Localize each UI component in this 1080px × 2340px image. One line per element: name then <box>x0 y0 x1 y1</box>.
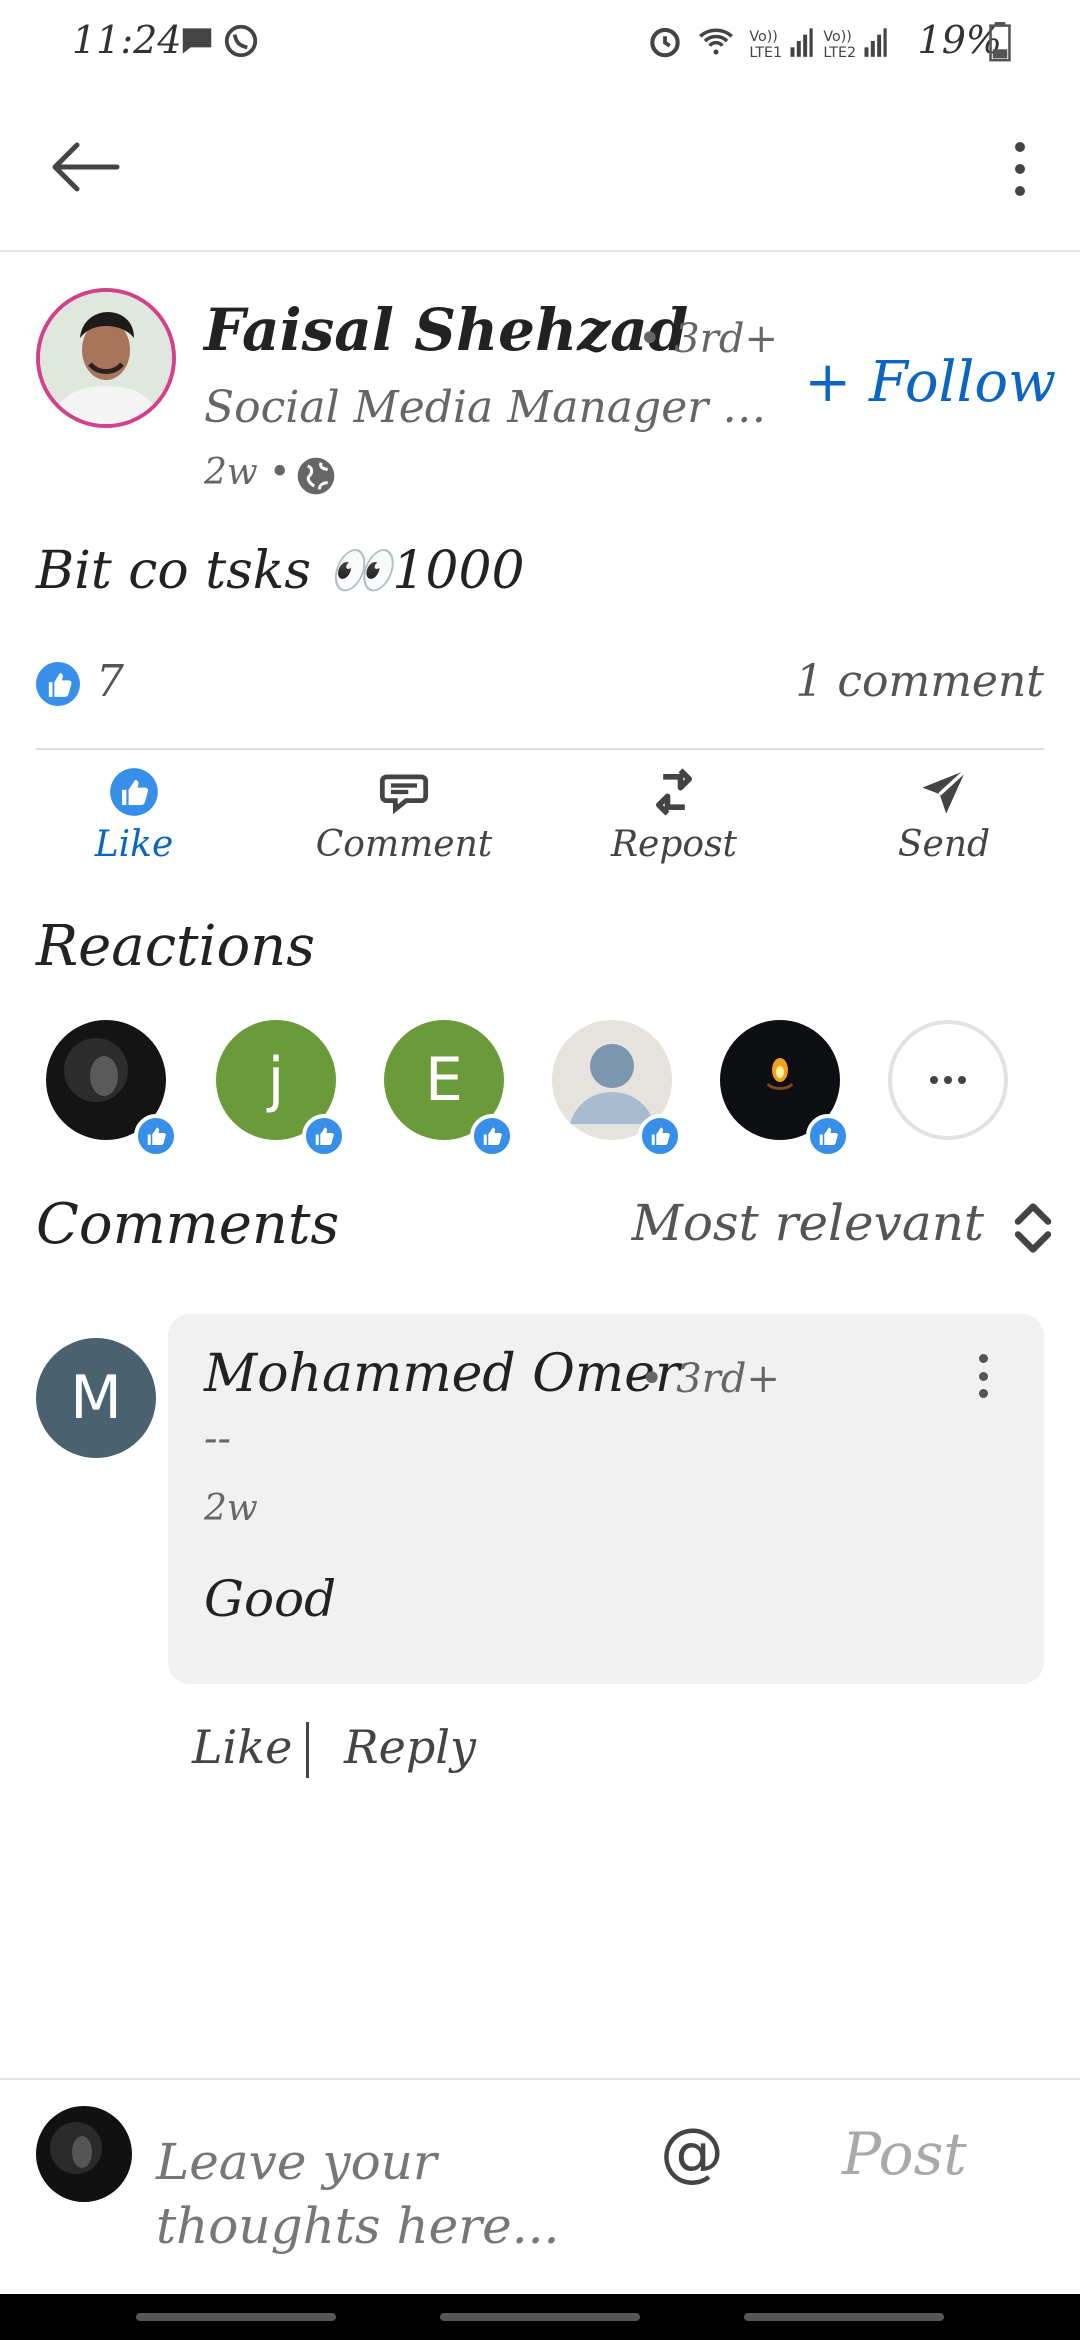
commenter-avatar[interactable]: M <box>36 1338 156 1458</box>
nav-pill[interactable] <box>136 2313 336 2321</box>
svg-text:LTE1: LTE1 <box>749 45 782 60</box>
follow-button[interactable]: + Follow <box>804 350 1056 415</box>
separator <box>306 1722 309 1778</box>
more-reactions-button[interactable] <box>888 1020 1008 1140</box>
chat-bubble-icon <box>182 28 212 54</box>
like-badge-icon <box>806 1114 850 1158</box>
commenter-name[interactable]: Mohammed Omer <box>204 1344 680 1404</box>
send-icon <box>922 769 967 814</box>
commenter-headline: -- <box>204 1416 232 1462</box>
comment-text: Good <box>204 1570 337 1628</box>
whatsapp-icon <box>224 24 258 58</box>
back-button[interactable] <box>40 130 130 204</box>
like-badge-icon <box>470 1114 514 1158</box>
repost-label: Repost <box>610 824 738 865</box>
comment-reply-button[interactable]: Reply <box>344 1720 476 1774</box>
like-action-button[interactable]: Like <box>34 766 234 865</box>
more-vertical-icon[interactable] <box>990 124 1050 214</box>
system-nav-bar <box>0 2294 1080 2340</box>
like-reaction-icon[interactable] <box>36 662 80 706</box>
like-badge-icon <box>302 1114 346 1158</box>
svg-text:LTE2: LTE2 <box>823 45 856 60</box>
author-photo <box>40 292 172 424</box>
like-badge-icon <box>134 1114 178 1158</box>
comments-heading: Comments <box>36 1192 340 1257</box>
comment-label: Comment <box>315 824 493 865</box>
wifi-icon <box>699 28 733 55</box>
comment-action-button[interactable]: Comment <box>304 766 504 865</box>
send-action-button[interactable]: Send <box>844 766 1044 865</box>
mention-button[interactable]: @ <box>660 2116 724 2190</box>
reactions-heading: Reactions <box>36 914 315 979</box>
sort-dropdown[interactable]: Most relevant <box>632 1194 984 1252</box>
status-time: 11:24 <box>72 18 182 62</box>
signal-lte1-icon: Vo))LTE1 <box>749 28 813 60</box>
sort-chevrons-icon[interactable] <box>1008 1198 1058 1258</box>
arrow-left-icon <box>52 142 120 192</box>
comment-input[interactable]: Leave your thoughts here... <box>156 2130 596 2258</box>
post-age: 2w • <box>204 452 291 493</box>
author-headline: Social Media Manager at ... <box>204 382 784 433</box>
commenter-degree: • 3rd+ <box>640 1356 780 1402</box>
comment-count[interactable]: 1 comment <box>795 656 1044 707</box>
my-avatar <box>36 2106 132 2202</box>
comment-like-button[interactable]: Like <box>192 1720 292 1774</box>
battery-icon <box>989 22 1011 62</box>
divider <box>36 748 1044 750</box>
nav-pill[interactable] <box>744 2313 944 2321</box>
comment-more-icon[interactable] <box>968 1354 998 1398</box>
author-name[interactable]: Faisal Shehzad <box>204 296 688 364</box>
comment-icon <box>379 774 429 815</box>
top-app-bar <box>0 84 1080 252</box>
post-button[interactable]: Post <box>842 2120 967 2188</box>
svg-text:Vo)): Vo)) <box>749 29 777 45</box>
send-label: Send <box>897 824 991 865</box>
svg-text:Vo)): Vo)) <box>823 29 851 45</box>
author-avatar[interactable] <box>36 288 176 428</box>
reaction-count[interactable]: 7 <box>96 656 124 707</box>
comment-composer: Leave your thoughts here... @ Post <box>0 2078 1080 2296</box>
repost-action-button[interactable]: Repost <box>574 766 774 865</box>
post-text: Bit co tsks 👀1000 <box>36 541 525 601</box>
nav-pill[interactable] <box>440 2313 640 2321</box>
thumbs-up-icon <box>110 768 158 816</box>
globe-icon <box>297 457 335 495</box>
author-degree: • 3rd+ <box>638 316 778 362</box>
comment-age: 2w <box>204 1488 258 1529</box>
like-label: Like <box>94 824 174 865</box>
repost-icon <box>656 768 692 816</box>
signal-lte2-icon: Vo))LTE2 <box>823 28 887 60</box>
status-bar: 11:24 Vo)) LTE1 Vo)) LTE2 19% <box>0 0 1080 84</box>
like-badge-icon <box>638 1114 682 1158</box>
alarm-icon <box>650 27 680 58</box>
